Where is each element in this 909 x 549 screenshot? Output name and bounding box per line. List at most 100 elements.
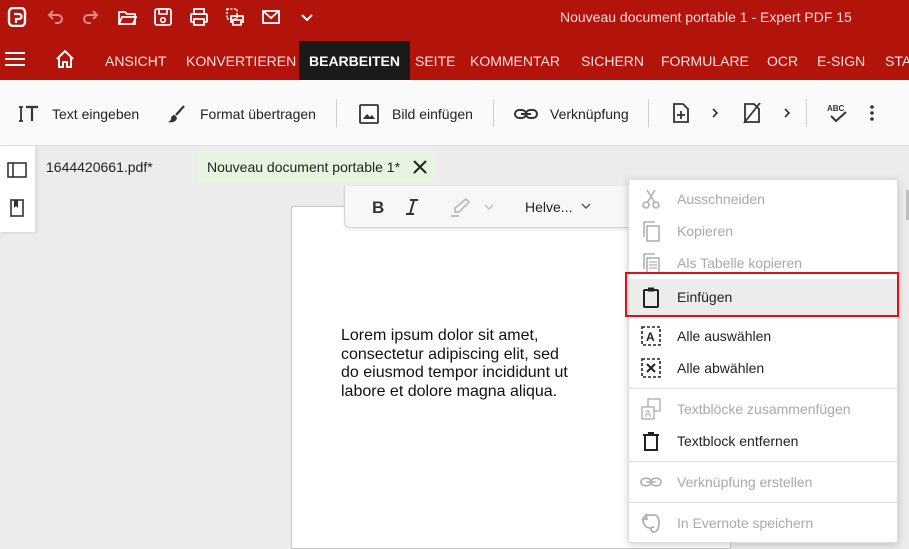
- tab-ansicht[interactable]: ANSICHT: [95, 41, 176, 80]
- text-color-button[interactable]: [449, 196, 471, 218]
- print-preview-icon[interactable]: [222, 5, 248, 29]
- menu-item-deselect-all[interactable]: Alle abwählen: [629, 352, 897, 384]
- link-icon: [514, 109, 538, 119]
- highlighter-icon: [451, 197, 471, 217]
- chevron-right-icon[interactable]: [781, 106, 793, 120]
- menu-item-label: Kopieren: [677, 223, 734, 239]
- context-menu: Ausschneiden Kopieren Als Tabelle kopier…: [628, 179, 898, 543]
- bookmark-icon[interactable]: [7, 198, 27, 218]
- spellcheck-icon[interactable]: ABC: [826, 102, 850, 124]
- insert-image-button[interactable]: Bild einfügen: [358, 102, 473, 126]
- add-page-icon[interactable]: [670, 102, 692, 124]
- page-text-line: do eiusmod tempor incididunt ut: [341, 364, 568, 381]
- bold-button[interactable]: B: [367, 196, 389, 218]
- svg-text:A: A: [646, 330, 655, 344]
- deselect-all-icon: [640, 357, 662, 379]
- text-input-button[interactable]: Text eingeben: [18, 102, 139, 126]
- close-icon[interactable]: [412, 159, 428, 175]
- menu-item-merge-text-blocks[interactable]: A Textblöcke zusammenfügen: [629, 393, 897, 425]
- menu-item-remove-text-block[interactable]: Textblock entfernen: [629, 425, 897, 457]
- toolbar-divider: [336, 99, 337, 127]
- menu-item-label: Alle auswählen: [677, 328, 772, 344]
- link-icon: [640, 471, 662, 493]
- menu-item-label: Als Tabelle kopieren: [677, 255, 803, 271]
- tab-seite[interactable]: SEITE: [405, 41, 465, 80]
- remove-page-icon[interactable]: [741, 102, 763, 124]
- menu-item-save-evernote[interactable]: In Evernote speichern: [629, 507, 897, 539]
- redo-icon[interactable]: [78, 5, 104, 29]
- svg-text:B: B: [372, 198, 384, 217]
- menu-divider: [629, 502, 897, 503]
- link-button[interactable]: Verknüpfung: [514, 102, 629, 126]
- tab-sichern[interactable]: SICHERN: [571, 41, 654, 80]
- toolbar-divider: [648, 99, 649, 127]
- text-cursor-icon: [19, 105, 38, 122]
- insert-image-label: Bild einfügen: [392, 106, 473, 122]
- chevron-down-icon[interactable]: [581, 201, 591, 211]
- format-copy-label: Format übertragen: [200, 106, 316, 122]
- italic-icon: [406, 199, 418, 215]
- page-text-line: Lorem ipsum dolor sit amet,: [341, 327, 539, 344]
- doc-tab-nouveau-document[interactable]: Nouveau document portable 1*: [197, 151, 437, 183]
- undo-icon[interactable]: [42, 5, 68, 29]
- print-icon[interactable]: [186, 5, 212, 29]
- trash-icon: [640, 430, 662, 452]
- page-text-line: labore et dolore magna aliqua.: [341, 382, 558, 400]
- text-format-bar: B Helve...: [344, 186, 634, 228]
- title-bar: Nouveau document portable 1 - Expert PDF…: [0, 0, 909, 36]
- menu-item-paste[interactable]: Einfügen: [629, 279, 897, 315]
- tab-bearbeiten[interactable]: BEARBEITEN: [299, 41, 411, 80]
- doc-tab-label: 1644420661.pdf*: [46, 159, 153, 175]
- doc-tab-1644420661[interactable]: 1644420661.pdf*: [46, 151, 153, 183]
- bold-icon: B: [372, 198, 384, 217]
- chevron-right-icon[interactable]: [709, 106, 721, 120]
- menu-item-label: Einfügen: [677, 289, 733, 305]
- menu-item-label: Textblock entfernen: [677, 433, 799, 449]
- sidebar-toggle-icon[interactable]: [7, 160, 27, 180]
- app-logo-icon[interactable]: [4, 5, 30, 29]
- tab-formulare[interactable]: FORMULARE: [651, 41, 759, 80]
- image-icon: [359, 104, 379, 124]
- menu-item-label: Textblöcke zusammenfügen: [677, 401, 851, 417]
- copy-table-icon: [640, 252, 662, 274]
- toolbar-divider: [806, 99, 807, 127]
- copy-icon: [640, 220, 662, 242]
- italic-button[interactable]: [401, 196, 423, 218]
- menu-item-copy[interactable]: Kopieren: [629, 215, 897, 247]
- menu-item-label: Ausschneiden: [677, 191, 765, 207]
- evernote-icon: [640, 512, 662, 534]
- window-title: Nouveau document portable 1 - Expert PDF…: [560, 9, 852, 25]
- svg-text:A: A: [645, 409, 652, 420]
- text-input-label: Text eingeben: [52, 106, 140, 122]
- more-options-icon[interactable]: [862, 102, 882, 124]
- menu-item-cut[interactable]: Ausschneiden: [629, 183, 897, 215]
- menu-item-select-all[interactable]: A Alle auswählen: [629, 320, 897, 352]
- customize-toolbar-chevron-icon[interactable]: [294, 5, 320, 29]
- mail-icon[interactable]: [258, 5, 284, 29]
- merge-text-icon: A: [640, 398, 662, 420]
- format-copy-button[interactable]: Format übertragen: [166, 102, 316, 126]
- page-text-block[interactable]: Lorem ipsum dolor sit amet, consectetur …: [341, 327, 601, 401]
- tab-kommentar[interactable]: KOMMENTAR: [460, 41, 570, 80]
- toolbar-divider: [493, 99, 494, 127]
- ribbon-tabs: ANSICHT KONVERTIEREN BEARBEITEN SEITE KO…: [0, 36, 909, 80]
- page-text-line: consectetur adipiscing elit, sed: [341, 345, 559, 363]
- tab-e-sign[interactable]: E-SIGN: [807, 41, 875, 80]
- menu-item-create-link[interactable]: Verknüpfung erstellen: [629, 466, 897, 498]
- svg-text:ABC: ABC: [827, 104, 845, 113]
- menu-hamburger-icon[interactable]: [5, 50, 25, 68]
- brush-icon: [168, 105, 185, 123]
- tab-ocr[interactable]: OCR: [757, 41, 808, 80]
- edit-toolbar: Text eingeben Format übertragen Bild ein…: [0, 80, 909, 146]
- font-family-select[interactable]: Helve...: [525, 199, 572, 215]
- tab-konvertieren[interactable]: KONVERTIEREN: [176, 41, 306, 80]
- menu-divider: [629, 461, 897, 462]
- tab-sta[interactable]: STA: [875, 41, 909, 80]
- select-all-icon: A: [640, 325, 662, 347]
- open-folder-icon[interactable]: [114, 5, 140, 29]
- chevron-down-icon[interactable]: [484, 202, 494, 212]
- menu-item-copy-as-table[interactable]: Als Tabelle kopieren: [629, 247, 897, 279]
- save-icon[interactable]: [150, 5, 176, 29]
- menu-item-label: Alle abwählen: [677, 360, 765, 376]
- home-icon[interactable]: [54, 48, 76, 70]
